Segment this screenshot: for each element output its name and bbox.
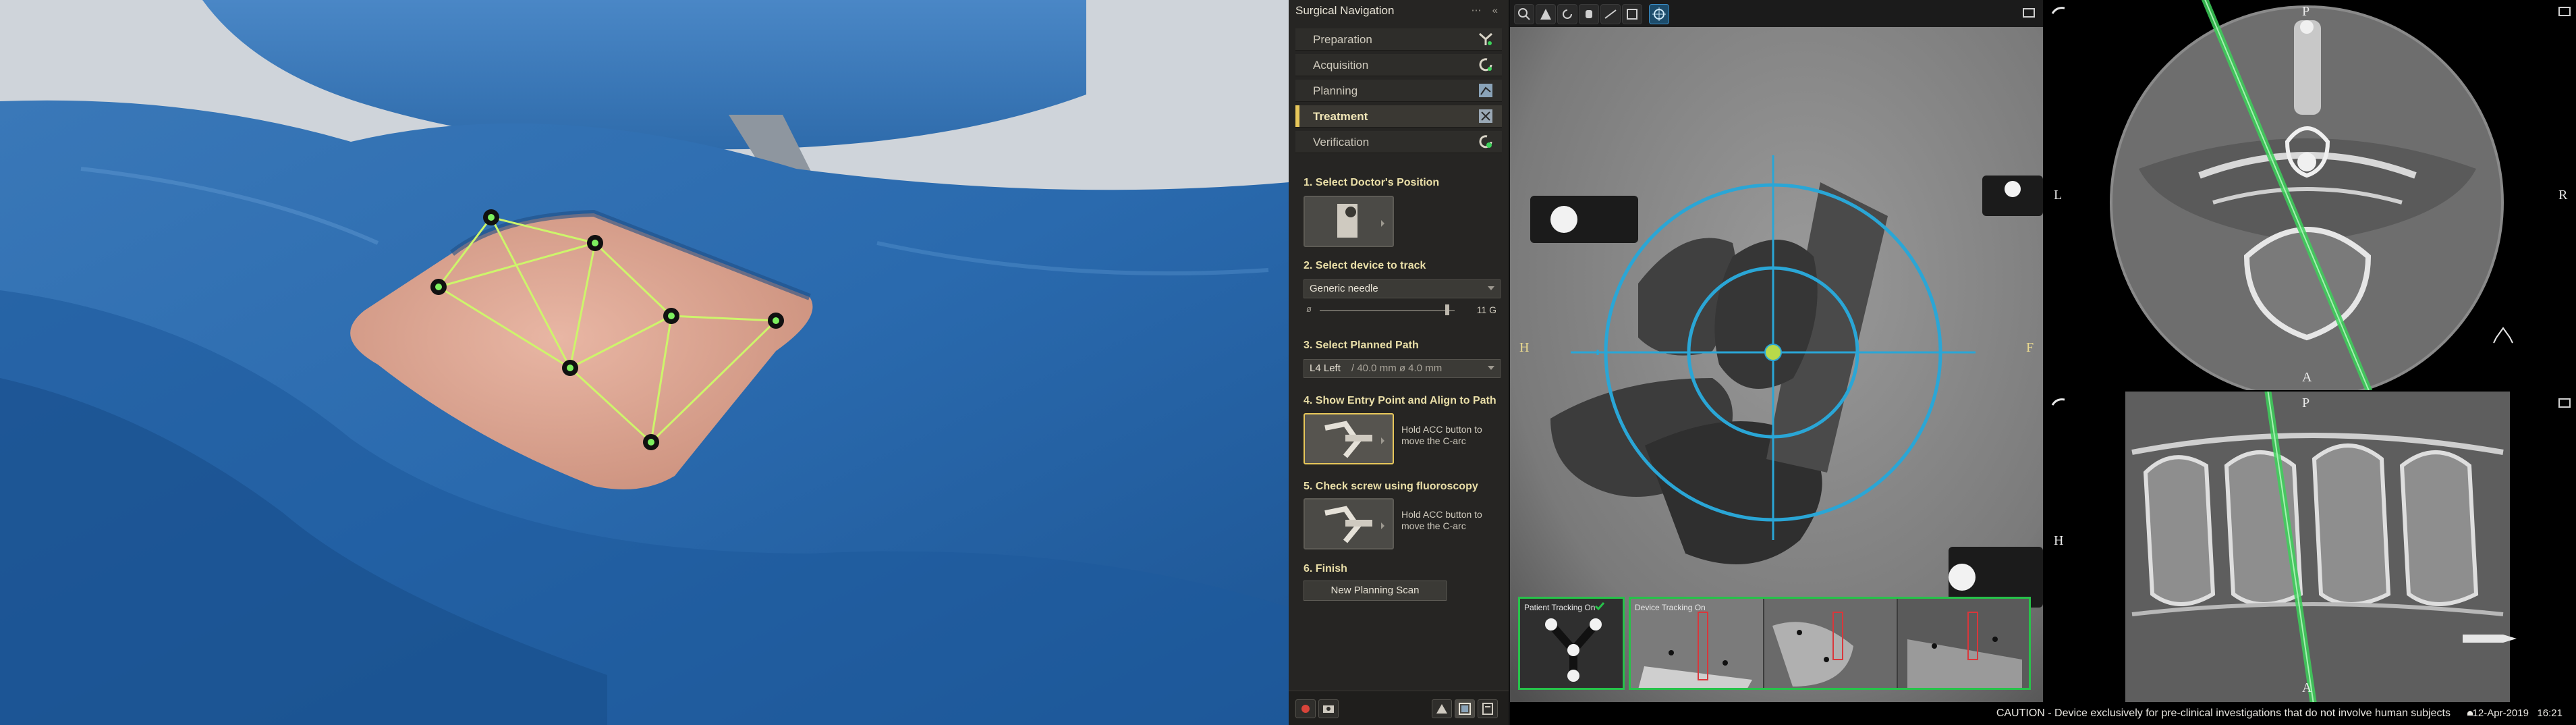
- orientation-top-label: P: [2302, 396, 2310, 410]
- planned-path-dropdown[interactable]: L4 Left / 40.0 mm ø 4.0 mm: [1304, 359, 1501, 378]
- patient-reference-icon: [1545, 618, 1602, 682]
- device-tracking-camera-feeds: [1631, 599, 2029, 688]
- planned-path-name: L4 Left: [1310, 362, 1341, 374]
- pan-hand-icon[interactable]: [1579, 4, 1599, 24]
- annotate-icon[interactable]: [1622, 4, 1642, 24]
- patient-tracking-panel[interactable]: Patient Tracking On: [1518, 597, 1625, 690]
- slider-handle[interactable]: [1445, 304, 1449, 315]
- workflow-label: Verification: [1313, 136, 1370, 149]
- acquisition-icon: [1479, 58, 1492, 72]
- planned-path-detail: / 40.0 mm ø 4.0 mm: [1351, 362, 1443, 374]
- device-dropdown[interactable]: Generic needle: [1304, 279, 1501, 298]
- maximize-icon[interactable]: [2558, 398, 2571, 408]
- device-icon[interactable]: [1432, 699, 1452, 718]
- workflow-verification[interactable]: Verification: [1295, 131, 1502, 153]
- workflow-treatment[interactable]: Treatment: [1295, 105, 1502, 128]
- entry-point-align-button[interactable]: [1304, 413, 1394, 464]
- reformat-icon[interactable]: [2051, 397, 2066, 408]
- device-tracking-panel[interactable]: Device Tracking On: [1629, 597, 2031, 690]
- slider-value: 11 G: [1476, 304, 1496, 315]
- maximize-icon[interactable]: [2023, 8, 2035, 18]
- step-2-title: 2. Select device to track: [1304, 260, 1426, 271]
- device-gauge-slider[interactable]: ø 11 G: [1304, 302, 1499, 317]
- panel-window-controls[interactable]: ⋯ «: [1471, 4, 1502, 16]
- orientation-bottom-label: A: [2302, 680, 2312, 695]
- planning-icon: [1479, 84, 1492, 97]
- diameter-icon: ø: [1306, 304, 1312, 314]
- workflow-label: Planning: [1313, 84, 1358, 97]
- hold-acc-note: Hold ACC button to move the C-arc: [1401, 509, 1482, 531]
- patient-drape-render: [0, 0, 1289, 725]
- date-time: 12-Apr-2019 16:21: [2473, 707, 2563, 719]
- surgical-navigation-panel: Surgical Navigation ⋯ « Preparation Acqu…: [1289, 0, 1510, 725]
- patient-tracking-label: Patient Tracking On: [1524, 603, 1596, 612]
- tracking-strip: Patient Tracking On Device Tracking On: [1518, 597, 2031, 690]
- step-6-title: 6. Finish: [1304, 563, 1347, 574]
- treatment-icon: [1479, 109, 1492, 123]
- doctor-position-icon: [1337, 204, 1384, 238]
- workflow-acquisition[interactable]: Acquisition: [1295, 54, 1502, 76]
- new-planning-scan-button[interactable]: New Planning Scan: [1304, 581, 1447, 601]
- step-5-title: 5. Check screw using fluoroscopy: [1304, 481, 1478, 492]
- workflow-planning[interactable]: Planning: [1295, 80, 1502, 102]
- workflow-label: Treatment: [1313, 110, 1368, 123]
- date-text: 12-Apr-2019: [2472, 707, 2529, 719]
- status-bar: CAUTION - Device exclusively for pre-cli…: [1510, 702, 2576, 725]
- workflow-preparation[interactable]: Preparation: [1295, 28, 1502, 51]
- check-icon: [1594, 602, 1605, 611]
- fluoroscopy-viewer[interactable]: R H F Patient Tracking On Device Trackin…: [1510, 0, 2043, 702]
- ct-coronal-view[interactable]: P H A: [2044, 392, 2576, 702]
- preparation-icon: [1479, 32, 1492, 45]
- verification-icon: [1479, 135, 1492, 149]
- window-level-icon[interactable]: [1536, 4, 1556, 24]
- caution-text: CAUTION - Device exclusively for pre-cli…: [1996, 707, 2451, 719]
- exit-icon[interactable]: [1295, 699, 1316, 718]
- check-screw-button[interactable]: [1304, 498, 1394, 549]
- ct-axial-image: [2044, 0, 2576, 390]
- reformat-icon[interactable]: [2051, 5, 2066, 16]
- orientation-left-label: H: [1519, 340, 1530, 355]
- step-3-title: 3. Select Planned Path: [1304, 340, 1419, 351]
- zoom-icon[interactable]: [1514, 4, 1534, 24]
- c-arm-icon: [1324, 506, 1384, 543]
- maximize-icon[interactable]: [2558, 7, 2571, 16]
- step-1-title: 1. Select Doctor's Position: [1304, 177, 1440, 188]
- workflow-label: Acquisition: [1313, 59, 1369, 72]
- slider-track: [1320, 310, 1455, 311]
- active-indicator: [1295, 105, 1299, 127]
- device-value: Generic needle: [1310, 283, 1378, 294]
- orientation-left-label: L: [2054, 188, 2063, 203]
- viewer-toolbar: [1510, 0, 2043, 27]
- orientation-right-label: F: [2026, 340, 2034, 355]
- measure-icon[interactable]: [1600, 4, 1621, 24]
- ct-axial-view[interactable]: P L R A: [2044, 0, 2576, 390]
- time-text: 16:21: [2537, 707, 2563, 719]
- hold-acc-note: Hold ACC button to move the C-arc: [1401, 424, 1482, 446]
- chevron-down-icon: [1488, 366, 1494, 370]
- rotate-icon[interactable]: [1557, 4, 1577, 24]
- orientation-right-label: R: [2558, 188, 2568, 203]
- layout-icon[interactable]: [1455, 699, 1475, 718]
- device-tracking-label: Device Tracking On: [1635, 603, 1706, 612]
- panel-bottom-toolbar: [1289, 691, 1509, 725]
- chevron-down-icon: [1488, 286, 1494, 290]
- doctor-position-selector[interactable]: [1304, 196, 1394, 247]
- orientation-left-label: H: [2054, 533, 2064, 548]
- crosshair-tool-icon[interactable]: [1649, 4, 1669, 24]
- step-4-title: 4. Show Entry Point and Align to Path: [1304, 395, 1496, 406]
- c-arm-icon: [1324, 421, 1384, 458]
- orientation-bottom-label: A: [2302, 370, 2312, 385]
- panel-title: Surgical Navigation: [1295, 4, 1395, 17]
- orientation-top-label: P: [2302, 4, 2310, 19]
- ct-coronal-image: [2044, 392, 2576, 702]
- camera-icon[interactable]: [1318, 699, 1339, 718]
- workflow-label: Preparation: [1313, 33, 1372, 46]
- settings-icon[interactable]: [1478, 699, 1498, 718]
